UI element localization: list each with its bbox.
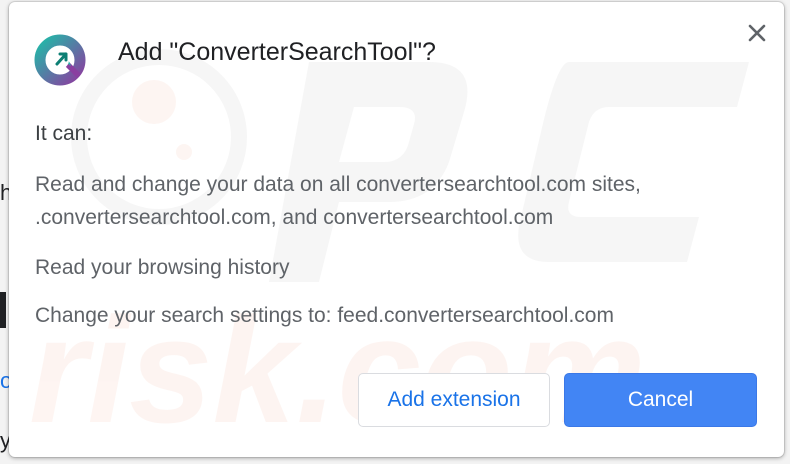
extension-install-dialog: risk.com Add "ConverterSearchTool"? It c… [9, 2, 784, 457]
permissions-heading: It can: [35, 122, 93, 145]
dialog-title: Add "ConverterSearchTool"? [118, 38, 436, 66]
permission-item: Change your search settings to: feed.con… [35, 304, 614, 327]
close-icon [748, 24, 766, 42]
permission-item: Read your browsing history [35, 256, 290, 279]
permission-item: Read and change your data on all convert… [35, 173, 641, 229]
convertersearchtool-logo-icon [34, 34, 86, 86]
cancel-button[interactable]: Cancel [564, 373, 757, 427]
add-extension-button[interactable]: Add extension [358, 373, 550, 427]
close-button[interactable] [742, 18, 772, 48]
background-fragment [0, 292, 6, 328]
